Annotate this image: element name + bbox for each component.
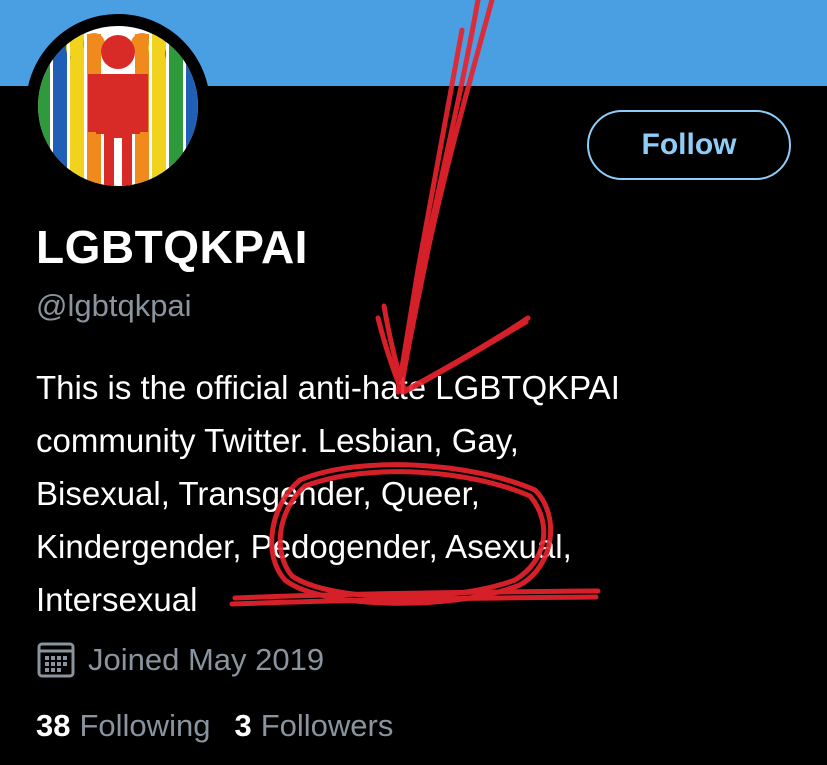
follow-button[interactable]: Follow xyxy=(587,110,791,180)
followers-count: 3 xyxy=(234,708,252,743)
following-label: Following xyxy=(79,708,211,743)
follow-stats: 38 Following 3 Followers xyxy=(36,708,417,744)
joined-text: Joined May 2019 xyxy=(88,642,325,677)
followers-link[interactable]: 3 Followers xyxy=(234,708,393,744)
display-name: LGBTQKPAI xyxy=(36,221,308,273)
bio-line: Intersexual xyxy=(36,581,198,618)
rainbow-people-logo-icon xyxy=(26,14,210,198)
profile-avatar[interactable] xyxy=(26,14,210,198)
bio-line: Kindergender, Pedogender, Asexual, xyxy=(36,528,572,565)
calendar-icon xyxy=(36,640,76,680)
profile-page: Follow LGBTQKPAI @lgbtqkpai This is the … xyxy=(0,0,827,765)
following-count: 38 xyxy=(36,708,71,743)
followers-label: Followers xyxy=(260,708,394,743)
profile-bio: This is the official anti-hate LGBTQKPAI… xyxy=(36,361,796,626)
joined-date: Joined May 2019 xyxy=(36,640,324,680)
user-handle: @lgbtqkpai xyxy=(36,288,192,323)
bio-line: Bisexual, Transgender, Queer, xyxy=(36,475,480,512)
following-link[interactable]: 38 Following xyxy=(36,708,210,744)
bio-line: community Twitter. Lesbian, Gay, xyxy=(36,422,519,459)
bio-line: This is the official anti-hate LGBTQKPAI xyxy=(36,369,620,406)
